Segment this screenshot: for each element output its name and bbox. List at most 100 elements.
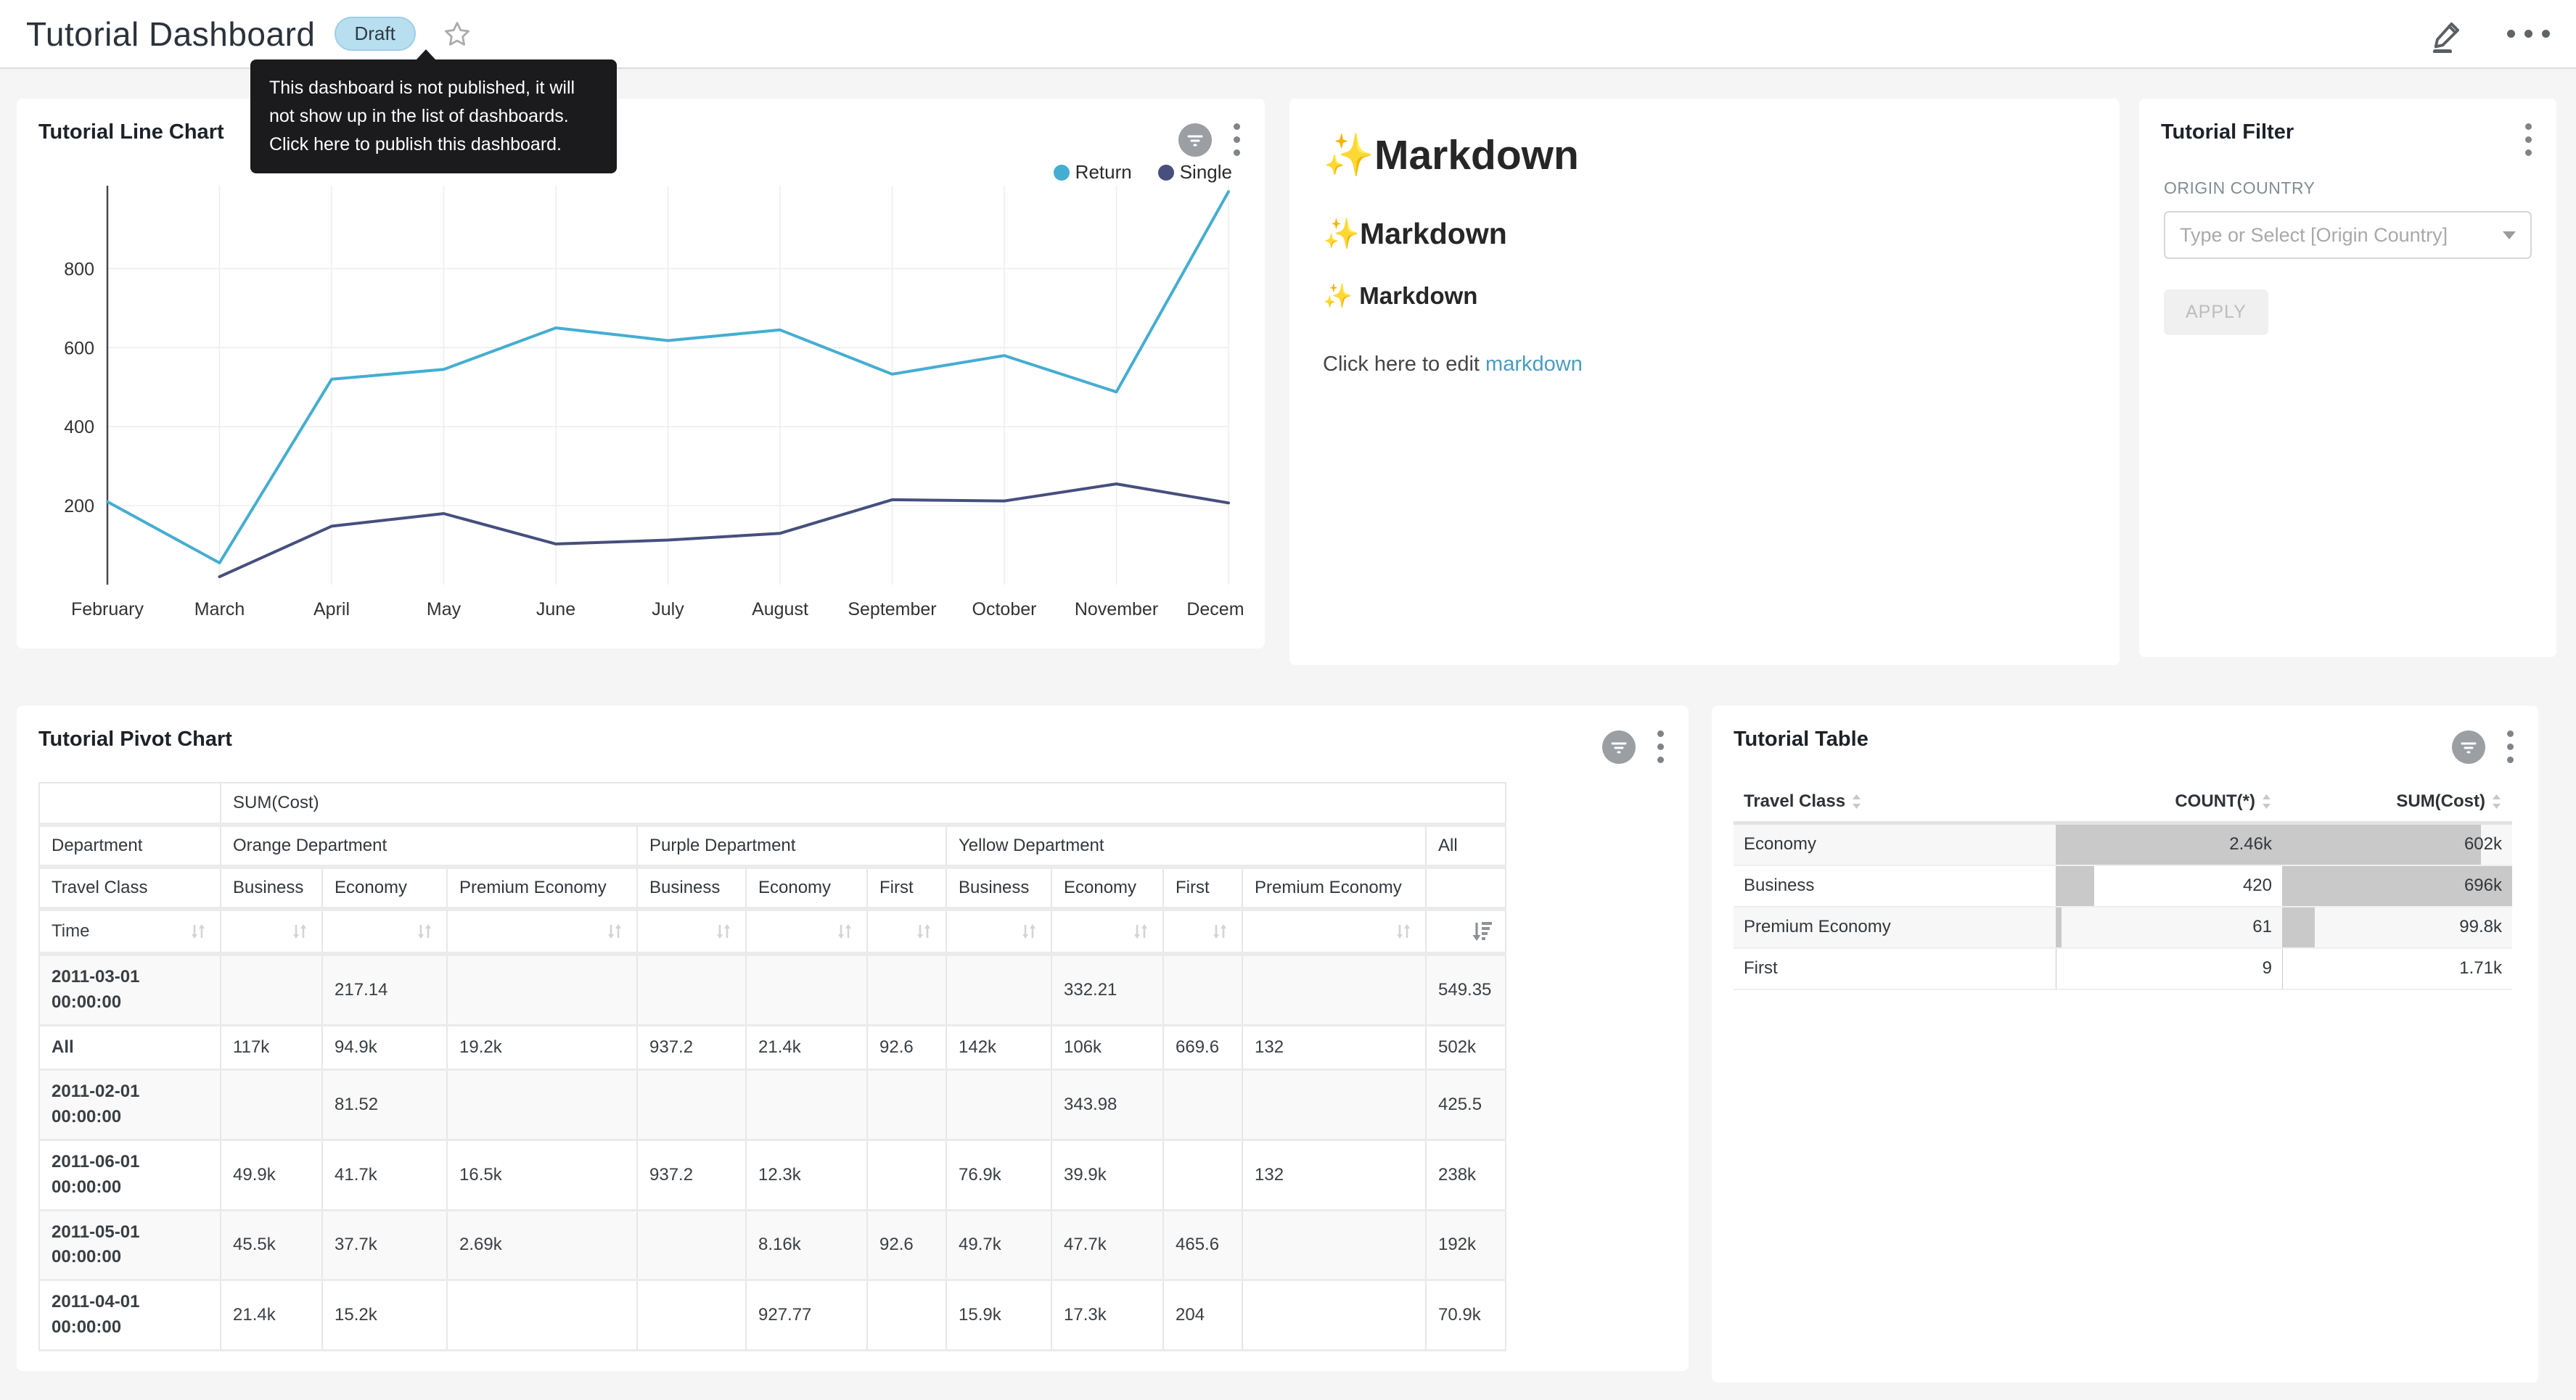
- pivot-column-header: Economy: [746, 867, 867, 909]
- table-row: Business420696k: [1734, 865, 2512, 907]
- header-more-icon[interactable]: [2507, 30, 2550, 38]
- column-sort-caret-icon[interactable]: [2491, 793, 2502, 810]
- pivot-group-header: Orange Department: [221, 825, 637, 867]
- sort-descending-icon[interactable]: [1470, 921, 1493, 942]
- pivot-row-header: 2011-05-0100:00:00: [39, 1210, 221, 1280]
- pivot-cell: 132: [1242, 1025, 1426, 1070]
- table-column-header[interactable]: Travel Class: [1734, 782, 2056, 823]
- sort-icon[interactable]: [1393, 921, 1414, 942]
- pivot-cell: 927.77: [746, 1280, 867, 1351]
- filter-card-menu-icon[interactable]: [2522, 120, 2535, 159]
- count-bar: [2056, 907, 2062, 947]
- favorite-star-icon[interactable]: [442, 19, 472, 49]
- x-tick-label: September: [848, 599, 936, 619]
- markdown-card[interactable]: ✨Markdown ✨Markdown ✨ Markdown Click her…: [1289, 99, 2120, 665]
- table-card-title: Tutorial Table: [1734, 728, 1869, 752]
- pivot-cell: 15.2k: [322, 1280, 447, 1351]
- sum-cost-cell: 1.71k: [2282, 948, 2512, 989]
- pivot-cell: 49.9k: [221, 1140, 322, 1210]
- line-chart[interactable]: 200400600800FebruaryMarchAprilMayJuneJul…: [38, 164, 1243, 648]
- legend-dot: [1158, 165, 1174, 181]
- sort-icon[interactable]: [414, 921, 435, 942]
- x-tick-label: July: [652, 599, 684, 619]
- applied-filters-icon[interactable]: [1178, 123, 1212, 157]
- markdown-edit-link[interactable]: markdown: [1485, 353, 1583, 376]
- pivot-cell: 8.16k: [746, 1210, 867, 1280]
- table-card: Tutorial Table Travel Class COUNT(*) SUM…: [1712, 706, 2538, 1383]
- pivot-column-header: Business: [946, 867, 1051, 909]
- sort-icon[interactable]: [604, 921, 625, 942]
- pivot-cell: 937.2: [637, 1140, 746, 1210]
- legend-item-return[interactable]: Return: [1054, 161, 1132, 184]
- pivot-applied-filters-icon[interactable]: [1602, 730, 1636, 764]
- sort-icon[interactable]: [713, 921, 734, 942]
- origin-country-select[interactable]: Type or Select [Origin Country]: [2164, 211, 2532, 259]
- pivot-cell: [1163, 1070, 1242, 1140]
- pivot-cell: 217.14: [322, 954, 447, 1025]
- pivot-row-dim-label: Department: [39, 825, 221, 867]
- sort-icon[interactable]: [1131, 921, 1151, 942]
- tooltip-text: This dashboard is not published, it will…: [269, 78, 575, 155]
- legend-item-single[interactable]: Single: [1158, 161, 1232, 184]
- pivot-row: 2011-06-0100:00:0049.9k41.7k16.5k937.212…: [39, 1140, 1506, 1210]
- pivot-cell: 47.7k: [1051, 1210, 1163, 1280]
- column-sort-caret-icon[interactable]: [1851, 793, 1862, 810]
- line-chart-menu-icon[interactable]: [1231, 120, 1243, 159]
- pivot-cell: 81.52: [322, 1070, 447, 1140]
- table-column-header[interactable]: COUNT(*): [2056, 782, 2282, 823]
- x-tick-label: November: [1075, 599, 1158, 619]
- column-sort-caret-icon[interactable]: [2261, 793, 2272, 810]
- pivot-column-header: Premium Economy: [447, 867, 637, 909]
- pivot-cell: [1242, 1280, 1426, 1351]
- pivot-table: SUM(Cost)DepartmentOrange DepartmentPurp…: [38, 782, 1506, 1351]
- sort-icon[interactable]: [914, 921, 934, 942]
- pivot-group-row: DepartmentOrange DepartmentPurple Depart…: [39, 825, 1506, 867]
- pivot-column-header: Business: [637, 867, 746, 909]
- y-tick-label: 800: [64, 259, 94, 279]
- markdown-h2: ✨Markdown: [1323, 217, 2086, 252]
- pivot-row-header: 2011-06-0100:00:00: [39, 1140, 221, 1210]
- pivot-cell: [447, 1070, 637, 1140]
- legend-label: Single: [1180, 161, 1232, 184]
- count-bar: [2056, 866, 2094, 906]
- origin-country-label: ORIGIN COUNTRY: [2164, 178, 2532, 198]
- pivot-cell: 19.2k: [447, 1025, 637, 1070]
- table-column-header[interactable]: SUM(Cost): [2282, 782, 2512, 823]
- table-card-menu-icon[interactable]: [2504, 728, 2516, 766]
- pivot-cell: 117k: [221, 1025, 322, 1070]
- pivot-metric-header: SUM(Cost): [221, 783, 1506, 825]
- pivot-chart-menu-icon[interactable]: [1654, 728, 1667, 766]
- pivot-cell: 41.7k: [322, 1140, 447, 1210]
- table-applied-filters-icon[interactable]: [2452, 730, 2485, 764]
- pivot-cell: [637, 954, 746, 1025]
- sort-icon[interactable]: [290, 921, 310, 942]
- pivot-column-header: First: [867, 867, 946, 909]
- markdown-paragraph: Click here to edit markdown: [1323, 353, 2086, 376]
- pivot-column-header: First: [1163, 867, 1242, 909]
- sort-icon[interactable]: [1019, 921, 1039, 942]
- pivot-column-header: Business: [221, 867, 322, 909]
- pivot-cell: 70.9k: [1426, 1280, 1506, 1351]
- draft-badge[interactable]: Draft: [335, 17, 416, 51]
- origin-country-placeholder: Type or Select [Origin Country]: [2180, 224, 2495, 247]
- sort-icon[interactable]: [188, 921, 208, 942]
- tooltip-arrow: [416, 49, 436, 60]
- series-line-single[interactable]: [220, 484, 1229, 577]
- tutorial-table: Travel Class COUNT(*) SUM(Cost) Economy2…: [1734, 782, 2512, 990]
- pivot-row: 2011-03-0100:00:00217.14332.21549.35: [39, 954, 1506, 1025]
- edit-dashboard-icon[interactable]: [2429, 15, 2466, 53]
- pivot-cell: 2.69k: [447, 1210, 637, 1280]
- pivot-row-header: 2011-03-0100:00:00: [39, 954, 221, 1025]
- pivot-cell: 15.9k: [946, 1280, 1051, 1351]
- y-tick-label: 200: [64, 496, 94, 516]
- pivot-cell: 192k: [1426, 1210, 1506, 1280]
- sort-icon[interactable]: [834, 921, 855, 942]
- apply-button[interactable]: APPLY: [2164, 289, 2268, 335]
- pivot-cell: 45.5k: [221, 1210, 322, 1280]
- travel-class-cell: Premium Economy: [1734, 907, 2056, 948]
- sort-icon[interactable]: [1210, 921, 1230, 942]
- y-tick-label: 600: [64, 338, 94, 358]
- x-tick-label: April: [313, 599, 350, 619]
- pivot-row: All117k94.9k19.2k937.221.4k92.6142k106k6…: [39, 1025, 1506, 1070]
- table-row: Premium Economy6199.8k: [1734, 907, 2512, 948]
